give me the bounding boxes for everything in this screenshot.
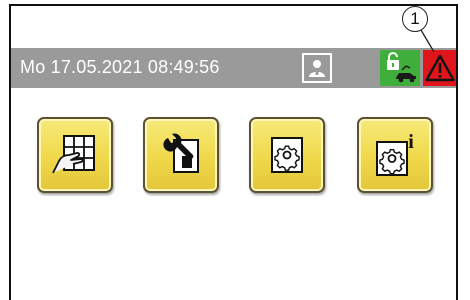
service-wrench-icon bbox=[163, 133, 199, 173]
status-bar: Mo 17.05.2021 08:49:56 bbox=[11, 48, 456, 88]
unlocked-vehicle-icon bbox=[387, 52, 416, 83]
keypad-hand-icon bbox=[52, 135, 95, 174]
user-button[interactable] bbox=[302, 53, 332, 83]
unlock-status-button[interactable] bbox=[380, 50, 420, 86]
warning-button[interactable] bbox=[423, 50, 456, 86]
date-time-display: Mo 17.05.2021 08:49:56 bbox=[20, 57, 220, 77]
warning-triangle-icon bbox=[424, 54, 455, 82]
settings-info-icon: i bbox=[376, 131, 414, 176]
user-icon bbox=[309, 60, 325, 77]
callout-number: 1 bbox=[402, 6, 428, 32]
settings-gear-icon bbox=[271, 137, 303, 173]
settings-info-menu-tile[interactable]: i bbox=[357, 117, 433, 193]
settings-menu-tile[interactable] bbox=[249, 117, 325, 193]
info-badge: i bbox=[408, 131, 414, 153]
keypad-menu-tile[interactable] bbox=[37, 117, 113, 193]
service-menu-tile[interactable] bbox=[143, 117, 219, 193]
